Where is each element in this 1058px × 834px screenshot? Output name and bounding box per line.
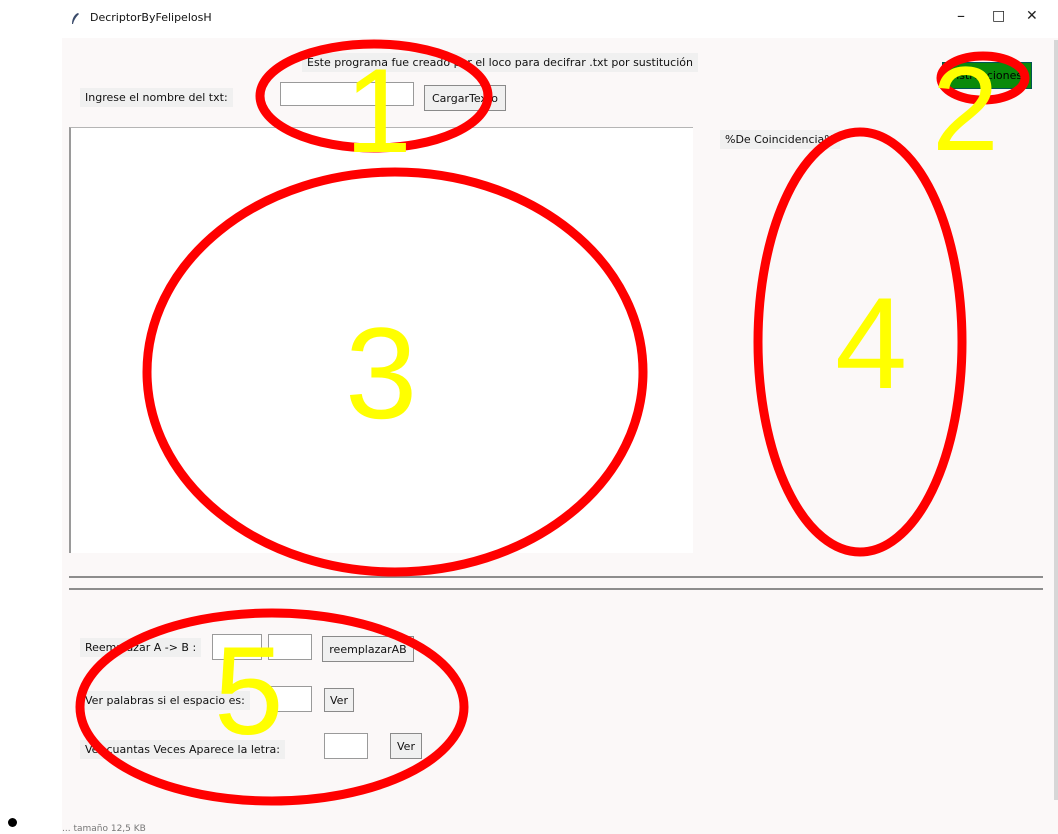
txt-name-label: Ingrese el nombre del txt: — [80, 88, 233, 107]
replace-label: Reemplazar A -> B : — [80, 638, 202, 657]
instructions-button[interactable]: Instrucciones — [942, 62, 1032, 89]
match-percent-label: %De Coincidencia% — [720, 130, 840, 149]
count-input[interactable] — [324, 733, 368, 759]
replace-ab-button[interactable]: reemplazarAB — [322, 636, 414, 662]
count-label: Ver cuantas Veces Aparece la letra: — [80, 740, 285, 759]
minimize-button[interactable]: – — [957, 6, 965, 25]
replace-b-input[interactable] — [268, 634, 312, 660]
feather-icon — [72, 13, 79, 24]
separator-bottom — [69, 588, 1043, 590]
window-title: DecriptorByFelipelosH — [90, 11, 212, 24]
title-bar: DecriptorByFelipelosH – □ ✕ — [62, 0, 1058, 38]
scrollbar-edge — [1054, 40, 1058, 800]
close-button[interactable]: ✕ — [1026, 8, 1038, 24]
text-area[interactable] — [69, 127, 693, 553]
description-label: Este programa fue creado por el loco par… — [302, 53, 698, 72]
space-label: Ver palabras si el espacio es: — [80, 691, 250, 710]
maximize-button[interactable]: □ — [992, 8, 1005, 24]
count-view-button[interactable]: Ver — [390, 733, 422, 759]
bullet-dot — [8, 818, 17, 827]
txt-name-input[interactable] — [280, 82, 414, 106]
status-text: ... tamaño 12,5 KB — [62, 824, 146, 834]
app-window: DecriptorByFelipelosH – □ ✕ Este program… — [62, 0, 1058, 834]
replace-a-input[interactable] — [212, 634, 262, 660]
separator-top — [69, 576, 1043, 578]
space-input[interactable] — [268, 686, 312, 712]
space-view-button[interactable]: Ver — [324, 688, 354, 712]
load-text-button[interactable]: CargarTexto — [424, 85, 506, 111]
